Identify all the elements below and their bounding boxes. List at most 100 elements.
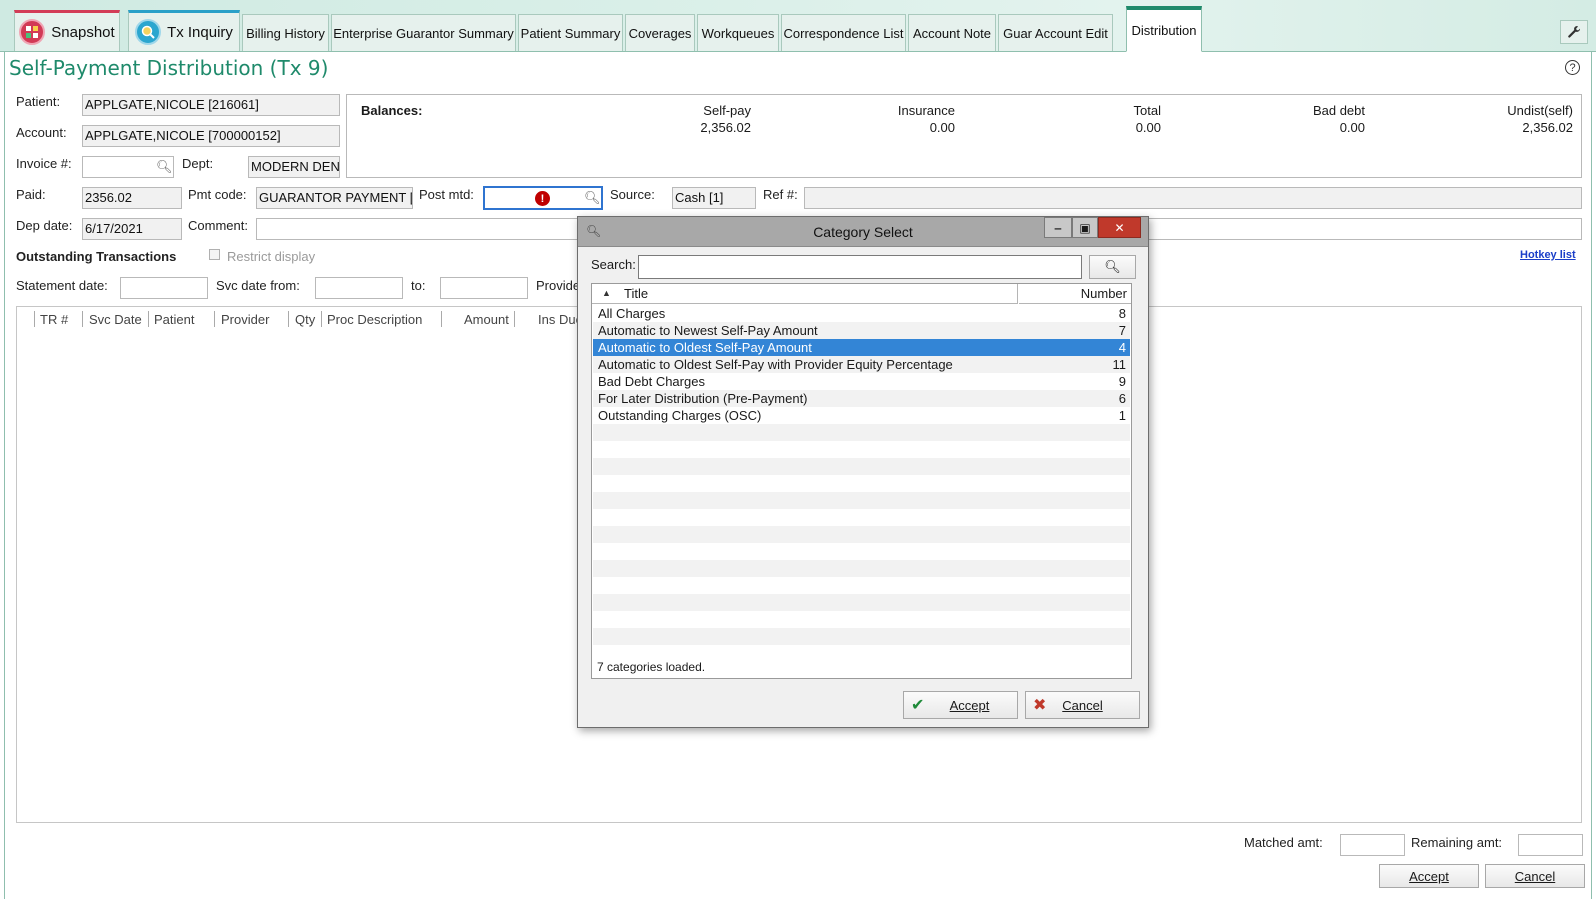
tab-label: Workqueues <box>701 25 775 41</box>
statement-date-label: Statement date: <box>16 278 108 293</box>
paid-label: Paid: <box>16 187 46 202</box>
list-item[interactable]: Outstanding Charges (OSC) 1 <box>593 407 1130 424</box>
column-header-amount[interactable]: Amount <box>464 312 509 327</box>
column-header-provider[interactable]: Provider <box>221 312 269 327</box>
category-select-dialog: 🔍︎ Category Select ‒ ▣ ✕ Search: 🔍︎ ▲ Ti… <box>577 216 1149 728</box>
remaining-amt-field[interactable] <box>1518 834 1583 856</box>
matched-amt-field[interactable] <box>1340 834 1405 856</box>
statement-date-field[interactable] <box>120 277 208 299</box>
account-label: Account: <box>16 125 67 140</box>
help-icon[interactable]: ? <box>1565 60 1580 75</box>
tab-label: Snapshot <box>51 23 115 41</box>
column-header-patient[interactable]: Patient <box>154 312 194 327</box>
paid-field[interactable]: 2356.02 <box>82 187 182 209</box>
column-header-qty[interactable]: Qty <box>295 312 315 327</box>
category-number: 6 <box>1118 391 1126 406</box>
tab-label: Billing History <box>246 25 325 41</box>
tab-account-note[interactable]: Account Note <box>908 14 996 51</box>
tab-enterprise-guarantor-summary[interactable]: Enterprise Guarantor Summary <box>331 14 516 51</box>
hotkey-list-link[interactable]: Hotkey list <box>1520 249 1576 261</box>
dept-field[interactable]: MODERN DEN <box>248 156 340 178</box>
category-number: 9 <box>1118 374 1126 389</box>
pmt-code-label: Pmt code: <box>188 187 247 202</box>
svc-date-from-label: Svc date from: <box>216 278 300 293</box>
wrench-icon[interactable] <box>1560 20 1588 44</box>
svc-date-to-field[interactable] <box>440 277 528 299</box>
balance-selfpay-value: 2,356.02 <box>700 120 751 135</box>
list-item[interactable]: For Later Distribution (Pre-Payment) 6 <box>593 390 1130 407</box>
balance-insurance-value: 0.00 <box>929 120 955 135</box>
restrict-display-checkbox[interactable] <box>209 249 220 260</box>
column-header-title-label: Title <box>624 286 649 301</box>
tab-guar-account-edit[interactable]: Guar Account Edit <box>998 14 1113 51</box>
cancel-button-label: Cancel <box>1514 868 1556 884</box>
tab-label: Tx Inquiry <box>167 23 233 41</box>
dialog-cancel-label: Cancel <box>1062 697 1103 713</box>
category-title: All Charges <box>598 306 666 321</box>
tab-coverages[interactable]: Coverages <box>625 14 695 51</box>
outstanding-heading: Outstanding Transactions <box>16 249 177 264</box>
tab-correspondence-list[interactable]: Correspondence List <box>781 14 906 51</box>
tab-tx-inquiry[interactable]: Tx Inquiry <box>128 10 240 51</box>
category-number: 11 <box>1112 357 1127 372</box>
dep-date-label: Dep date: <box>16 218 73 233</box>
dialog-search-button[interactable]: 🔍︎ <box>1089 255 1136 279</box>
tab-billing-history[interactable]: Billing History <box>242 14 329 51</box>
list-item-selected[interactable]: Automatic to Oldest Self-Pay Amount 4 <box>593 339 1130 356</box>
patient-field[interactable]: APPLGATE,NICOLE [216061] <box>82 94 340 116</box>
pmt-code-field[interactable]: GUARANTOR PAYMENT [ <box>256 187 413 209</box>
post-mtd-label: Post mtd: <box>419 187 474 202</box>
tab-distribution[interactable]: Distribution <box>1126 6 1202 52</box>
category-title: Outstanding Charges (OSC) <box>598 408 762 423</box>
dialog-titlebar[interactable]: 🔍︎ Category Select ‒ ▣ ✕ <box>578 217 1148 247</box>
dialog-accept-button[interactable]: ✔ Accept <box>903 691 1018 719</box>
maximize-icon[interactable]: ▣ <box>1072 217 1098 238</box>
ref-field[interactable] <box>804 187 1582 209</box>
list-item[interactable]: All Charges 8 <box>593 305 1130 322</box>
status-text: 7 categories loaded. <box>597 660 706 674</box>
tab-snapshot[interactable]: Snapshot <box>14 10 120 51</box>
tab-label: Enterprise Guarantor Summary <box>333 25 514 41</box>
empty-row <box>593 628 1130 645</box>
source-field[interactable]: Cash [1] <box>672 187 756 209</box>
empty-row <box>593 526 1130 543</box>
minimize-icon[interactable]: ‒ <box>1044 217 1072 238</box>
list-item[interactable]: Automatic to Newest Self-Pay Amount 7 <box>593 322 1130 339</box>
accept-button[interactable]: Accept <box>1379 864 1479 888</box>
provider-label: Provide <box>536 278 581 293</box>
svc-date-from-field[interactable] <box>315 277 403 299</box>
search-icon[interactable]: 🔍︎ <box>584 190 601 206</box>
tab-label: Guar Account Edit <box>1003 25 1108 41</box>
list-item[interactable]: Bad Debt Charges 9 <box>593 373 1130 390</box>
dialog-search-input[interactable] <box>638 255 1082 279</box>
source-label: Source: <box>610 187 655 202</box>
dialog-cancel-button[interactable]: ✖ Cancel <box>1025 691 1140 719</box>
accept-button-label: Accept <box>1409 868 1449 884</box>
balance-total-value: 0.00 <box>1135 120 1161 135</box>
account-field[interactable]: APPLGATE,NICOLE [700000152] <box>82 125 340 147</box>
list-item[interactable]: Automatic to Oldest Self-Pay with Provid… <box>593 356 1130 373</box>
empty-row <box>593 458 1130 475</box>
invoice-label: Invoice #: <box>16 156 72 171</box>
empty-row <box>593 424 1130 441</box>
magnifier-icon <box>135 19 162 45</box>
dialog-accept-label: Accept <box>949 697 990 713</box>
remaining-amt-label: Remaining amt: <box>1411 835 1503 850</box>
category-title: Automatic to Oldest Self-Pay with Provid… <box>598 357 953 372</box>
column-header-tr[interactable]: TR # <box>40 312 68 327</box>
tab-workqueues[interactable]: Workqueues <box>697 14 779 51</box>
column-header-title[interactable]: ▲ Title <box>592 284 1018 304</box>
search-icon[interactable]: 🔍︎ <box>156 159 173 175</box>
dep-date-field[interactable]: 6/17/2021 <box>82 218 182 240</box>
tab-label: Distribution <box>1131 23 1197 38</box>
balances-heading: Balances: <box>361 103 423 118</box>
cancel-button[interactable]: Cancel <box>1485 864 1585 888</box>
category-title: Automatic to Newest Self-Pay Amount <box>598 323 818 338</box>
tab-patient-summary[interactable]: Patient Summary <box>518 14 623 51</box>
tab-label: Correspondence List <box>783 25 904 41</box>
column-header-number[interactable]: Number <box>1019 284 1131 304</box>
column-header-proc-description[interactable]: Proc Description <box>327 312 422 327</box>
category-list[interactable]: ▲ Title Number All Charges 8 Automatic to… <box>591 283 1132 679</box>
close-icon[interactable]: ✕ <box>1098 217 1141 238</box>
column-header-svc-date[interactable]: Svc Date <box>89 312 142 327</box>
